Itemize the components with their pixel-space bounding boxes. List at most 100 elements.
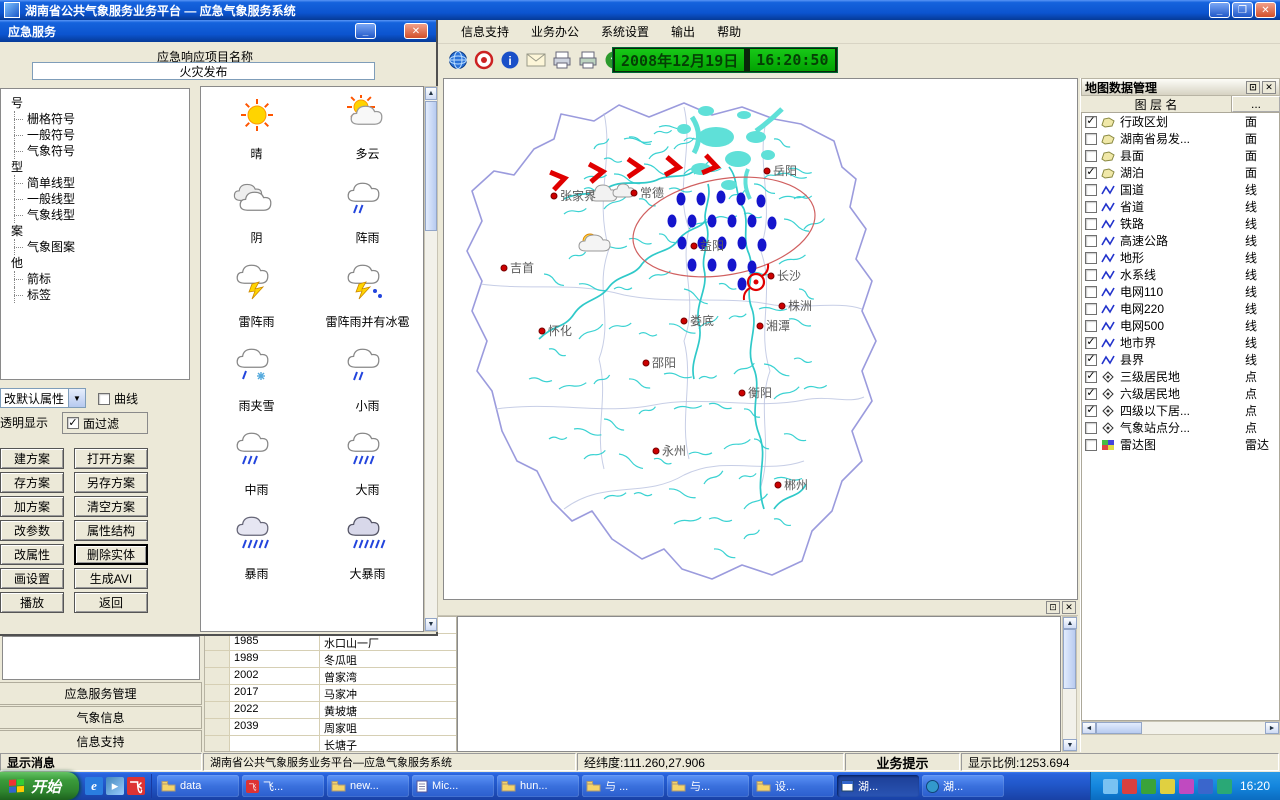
tree-node[interactable]: 案 bbox=[1, 223, 189, 239]
taskbar-item[interactable]: data bbox=[157, 775, 239, 797]
pin-icon[interactable]: ⊡ bbox=[1246, 81, 1260, 94]
dialog-button[interactable]: 建方案 bbox=[0, 448, 64, 469]
print-icon-2[interactable] bbox=[577, 49, 599, 71]
tray-icon[interactable] bbox=[1179, 779, 1194, 794]
dialog-button[interactable]: 存方案 bbox=[0, 472, 64, 493]
dialog-button[interactable]: 改属性 bbox=[0, 544, 64, 565]
tray-icon[interactable] bbox=[1122, 779, 1137, 794]
dialog-button[interactable]: 打开方案 bbox=[74, 448, 148, 469]
default-attribute-combobox[interactable]: 改默认属性 ▼ bbox=[0, 388, 86, 408]
weather-symbol-cloud[interactable]: 阴 bbox=[201, 179, 312, 263]
tree-leaf[interactable]: 简单线型 bbox=[1, 175, 189, 191]
close-button[interactable]: ✕ bbox=[1255, 2, 1276, 18]
layer-row[interactable]: 高速公路线 bbox=[1082, 232, 1279, 249]
table-row[interactable]: 2017马家冲 bbox=[205, 685, 456, 702]
dialog-button[interactable]: 加方案 bbox=[0, 496, 64, 517]
weather-symbol-cloud-rain-5[interactable]: 大暴雨 bbox=[312, 515, 423, 599]
layer-checkbox[interactable] bbox=[1085, 252, 1097, 264]
layer-row[interactable]: ✓行政区划面 bbox=[1082, 113, 1279, 130]
taskbar-item[interactable]: Mic... bbox=[412, 775, 494, 797]
chevron-down-icon[interactable]: ▼ bbox=[68, 389, 85, 407]
map-canvas[interactable]: 岳阳张家界常德益阳长沙吉首娄底株洲湘潭怀化邵阳衡阳永州郴州 bbox=[443, 78, 1078, 600]
media-player-icon[interactable]: ▸ bbox=[106, 777, 124, 795]
menu-item[interactable]: 系统设置 bbox=[590, 21, 660, 42]
target-icon[interactable] bbox=[473, 49, 495, 71]
dialog-button[interactable]: 改参数 bbox=[0, 520, 64, 541]
menu-item[interactable]: 输出 bbox=[660, 21, 706, 42]
layer-checkbox[interactable]: ✓ bbox=[1085, 388, 1097, 400]
globe-icon[interactable] bbox=[447, 49, 469, 71]
scroll-down-icon[interactable]: ▼ bbox=[425, 618, 437, 631]
layer-row[interactable]: 县面面 bbox=[1082, 147, 1279, 164]
weather-symbol-grid[interactable]: 晴多云阴阵雨雷阵雨雷阵雨并有冰雹雨夹雪小雨中雨大雨暴雨大暴雨 bbox=[200, 86, 424, 632]
layer-checkbox[interactable] bbox=[1085, 218, 1097, 230]
layer-row[interactable]: ✓六级居民地点 bbox=[1082, 385, 1279, 402]
tree-leaf[interactable]: 气象线型 bbox=[1, 207, 189, 223]
hunan-map[interactable]: 岳阳张家界常德益阳长沙吉首娄底株洲湘潭怀化邵阳衡阳永州郴州 bbox=[444, 79, 1077, 599]
layer-checkbox[interactable] bbox=[1085, 150, 1097, 162]
symbol-tree[interactable]: 号栅格符号一般符号气象符号型简单线型一般线型气象线型案气象图案他箭标标签 bbox=[0, 88, 190, 380]
info-icon[interactable]: i bbox=[499, 49, 521, 71]
layer-checkbox[interactable] bbox=[1085, 439, 1097, 451]
ie-icon[interactable]: e bbox=[85, 777, 103, 795]
layer-row[interactable]: 国道线 bbox=[1082, 181, 1279, 198]
layer-row[interactable]: 省道线 bbox=[1082, 198, 1279, 215]
taskbar-item[interactable]: 飞飞... bbox=[242, 775, 324, 797]
layer-row[interactable]: 电网220线 bbox=[1082, 300, 1279, 317]
layer-checkbox[interactable] bbox=[1085, 320, 1097, 332]
layer-checkbox[interactable] bbox=[1085, 303, 1097, 315]
tray-icon[interactable] bbox=[1160, 779, 1175, 794]
layer-row[interactable]: 雷达图雷达 bbox=[1082, 436, 1279, 453]
layer-row[interactable]: 地形线 bbox=[1082, 249, 1279, 266]
tree-leaf[interactable]: 一般线型 bbox=[1, 191, 189, 207]
layer-checkbox[interactable]: ✓ bbox=[1085, 337, 1097, 349]
window-titlebar[interactable]: 湖南省公共气象服务业务平台 — 应急气象服务系统 _ ❐ ✕ bbox=[0, 0, 1280, 20]
status-message-tab[interactable]: 显示消息 bbox=[0, 753, 202, 771]
layer-checkbox[interactable] bbox=[1085, 422, 1097, 434]
scroll-thumb[interactable] bbox=[425, 101, 437, 231]
face-filter-checkbox[interactable]: ✓ bbox=[67, 417, 79, 429]
curve-checkbox[interactable] bbox=[98, 393, 110, 405]
layer-row[interactable]: ✓四级以下居...点 bbox=[1082, 402, 1279, 419]
sidebar-button[interactable]: 气象信息 bbox=[0, 706, 202, 729]
tree-leaf[interactable]: 一般符号 bbox=[1, 127, 189, 143]
taskbar-item[interactable]: 与... bbox=[667, 775, 749, 797]
table-row[interactable]: 1989冬瓜咀 bbox=[205, 651, 456, 668]
tree-leaf[interactable]: 标签 bbox=[1, 287, 189, 303]
layer-checkbox[interactable] bbox=[1085, 201, 1097, 213]
dialog-minimize-button[interactable]: _ bbox=[355, 23, 376, 39]
sidebar-button[interactable]: 信息支持 bbox=[0, 730, 202, 753]
layer-checkbox[interactable]: ✓ bbox=[1085, 167, 1097, 179]
layer-row[interactable]: ✓地市界线 bbox=[1082, 334, 1279, 351]
taskbar-item[interactable]: hun... bbox=[497, 775, 579, 797]
weather-symbol-cloud-rain-snow[interactable]: 雨夹雪 bbox=[201, 347, 312, 431]
menu-item[interactable]: 帮助 bbox=[706, 21, 752, 42]
dialog-titlebar[interactable]: 应急服务 _ ✕ bbox=[0, 20, 436, 42]
weather-symbol-sun-cloud[interactable]: 多云 bbox=[312, 95, 423, 179]
quick-app-icon[interactable]: 飞 bbox=[127, 777, 145, 795]
scroll-thumb[interactable] bbox=[1096, 722, 1142, 734]
layer-checkbox[interactable]: ✓ bbox=[1085, 354, 1097, 366]
start-button[interactable]: 开始 bbox=[0, 772, 79, 800]
layer-checkbox[interactable] bbox=[1085, 235, 1097, 247]
dialog-button[interactable]: 返回 bbox=[74, 592, 148, 613]
layer-row[interactable]: ✓县界线 bbox=[1082, 351, 1279, 368]
tray-icon[interactable] bbox=[1141, 779, 1156, 794]
scroll-up-icon[interactable]: ▲ bbox=[1063, 617, 1077, 629]
dialog-close-button[interactable]: ✕ bbox=[404, 23, 428, 39]
layer-row[interactable]: 铁路线 bbox=[1082, 215, 1279, 232]
layer-row[interactable]: 电网500线 bbox=[1082, 317, 1279, 334]
layer-checkbox[interactable] bbox=[1085, 269, 1097, 281]
scroll-left-icon[interactable]: ◄ bbox=[1082, 722, 1096, 734]
weather-symbol-cloud-rain-light[interactable]: 阵雨 bbox=[312, 179, 423, 263]
weather-symbol-cloud-lightning[interactable]: 雷阵雨 bbox=[201, 263, 312, 347]
layer-checkbox[interactable] bbox=[1085, 184, 1097, 196]
taskbar-item[interactable]: new... bbox=[327, 775, 409, 797]
layer-checkbox[interactable]: ✓ bbox=[1085, 371, 1097, 383]
message-canvas[interactable] bbox=[457, 616, 1061, 752]
layer-checkbox[interactable] bbox=[1085, 286, 1097, 298]
table-row[interactable]: 2002曾家湾 bbox=[205, 668, 456, 685]
layer-row[interactable]: 气象站点分...点 bbox=[1082, 419, 1279, 436]
station-table[interactable]: 1951风羽村1985水口山一厂1989冬瓜咀2002曾家湾2017马家冲202… bbox=[204, 616, 457, 752]
tree-leaf[interactable]: 栅格符号 bbox=[1, 111, 189, 127]
